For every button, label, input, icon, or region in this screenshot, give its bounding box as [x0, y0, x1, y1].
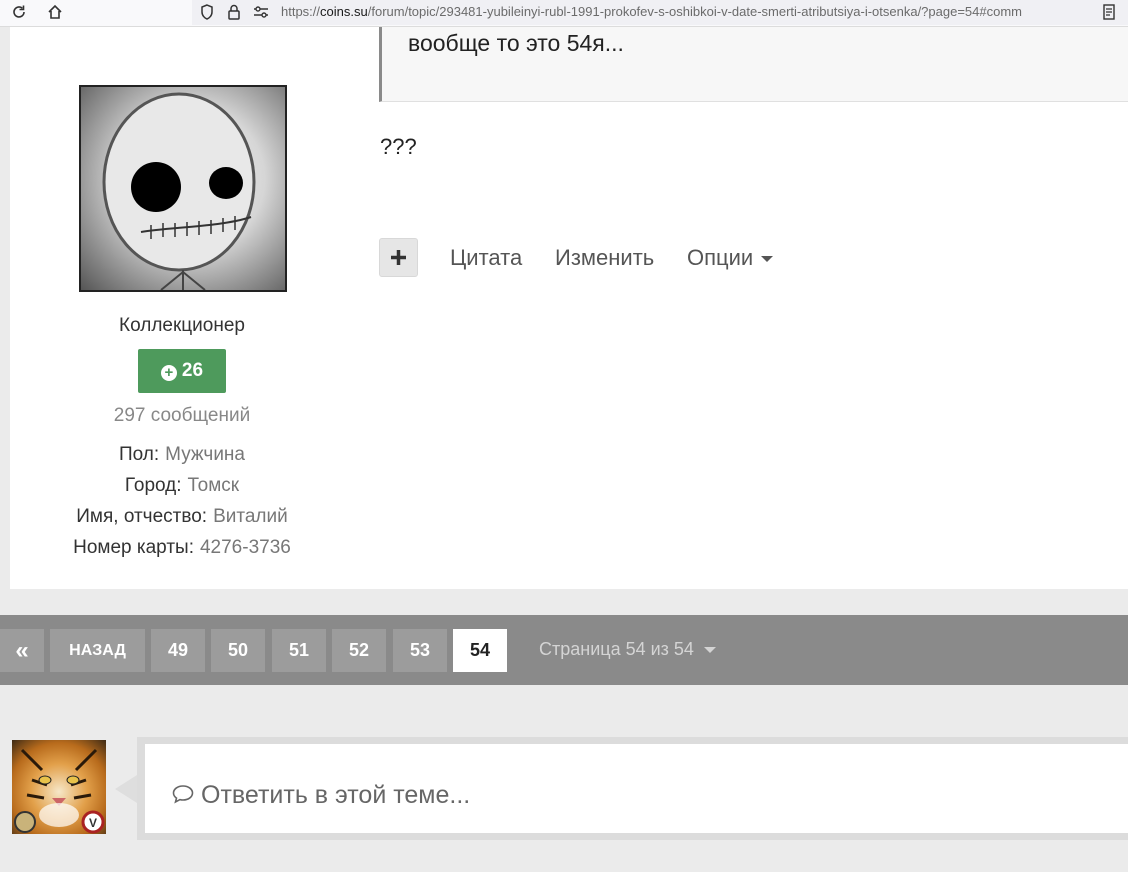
reply-editor-frame: Ответить в этой теме...	[137, 737, 1128, 840]
first-page-button[interactable]: «	[0, 629, 44, 672]
edit-link[interactable]: Изменить	[555, 245, 654, 271]
forum-post: вообще то это 54я... ??? Цитата Изменить…	[10, 27, 1128, 589]
page-jump-dropdown[interactable]: Страница 54 из 54	[539, 639, 716, 660]
profile-field-gender: Пол: Мужчина	[10, 444, 354, 466]
author-rank: Коллекционер	[119, 315, 245, 336]
quote-block: вообще то это 54я...	[379, 27, 1128, 102]
field-label: Номер карты:	[73, 537, 194, 558]
browser-toolbar: https://coins.su/forum/topic/293481-yubi…	[0, 0, 1128, 27]
reload-icon[interactable]	[9, 3, 29, 23]
reply-pointer-arrow	[115, 775, 137, 803]
page-info-label: Страница 54 из 54	[539, 639, 694, 659]
field-value: Томск	[187, 475, 240, 496]
profile-field-name: Имя, отчество: Виталий	[10, 506, 354, 528]
reply-input[interactable]: Ответить в этой теме...	[145, 744, 1128, 833]
tiger-image: V	[14, 748, 105, 834]
page-54-button-current[interactable]: 54	[453, 629, 507, 672]
page-53-button[interactable]: 53	[393, 629, 447, 672]
lock-icon[interactable]	[224, 3, 244, 23]
field-label: Имя, отчество:	[76, 506, 208, 527]
author-avatar[interactable]	[79, 85, 287, 292]
post-count: 297 сообщений	[113, 405, 251, 426]
reputation-badge[interactable]: +26	[138, 349, 226, 393]
prev-page-button[interactable]: НАЗАД	[50, 629, 145, 672]
reader-mode-icon[interactable]	[1099, 3, 1119, 23]
url-text: https://coins.su/forum/topic/293481-yubi…	[281, 4, 1023, 19]
field-value: Виталий	[213, 506, 288, 527]
quote-text: вообще то это 54я...	[408, 30, 624, 56]
permissions-icon[interactable]	[251, 3, 271, 23]
page-52-button[interactable]: 52	[332, 629, 386, 672]
page-51-button[interactable]: 51	[272, 629, 326, 672]
reply-placeholder-text: Ответить в этой теме...	[201, 781, 471, 809]
caret-down-icon	[761, 256, 774, 263]
reply-placeholder: Ответить в этой теме...	[171, 781, 470, 810]
post-body-text: ???	[380, 134, 417, 159]
pagination-bar: « НАЗАД 49 50 51 52 53 54 Страница 54 из…	[0, 615, 1128, 685]
options-dropdown[interactable]: Опции	[687, 245, 774, 271]
speech-bubble-icon	[172, 785, 194, 804]
home-icon[interactable]	[45, 3, 65, 23]
multiquote-plus-button[interactable]	[379, 238, 418, 277]
svg-text:V: V	[89, 816, 97, 830]
caret-down-icon	[703, 647, 716, 654]
page-49-button[interactable]: 49	[151, 629, 205, 672]
profile-field-city: Город: Томск	[10, 475, 354, 497]
options-label: Опции	[687, 245, 754, 270]
profile-field-card: Номер карты: 4276-3736	[10, 537, 354, 559]
page-50-button[interactable]: 50	[211, 629, 265, 672]
doll-face-image	[102, 92, 256, 290]
shield-icon[interactable]	[197, 3, 217, 23]
plus-circle-icon: +	[160, 365, 177, 381]
reputation-value: 26	[181, 360, 204, 381]
quote-link[interactable]: Цитата	[450, 245, 522, 271]
address-bar[interactable]: https://coins.su/forum/topic/293481-yubi…	[192, 0, 1128, 25]
field-value: Мужчина	[165, 444, 245, 465]
field-label: Пол:	[119, 444, 160, 465]
plus-icon	[391, 250, 406, 265]
reply-section: V Ответить в этой теме...	[0, 711, 1128, 872]
field-label: Город:	[124, 475, 182, 496]
field-value: 4276-3736	[199, 537, 291, 558]
current-user-avatar[interactable]: V	[12, 740, 106, 834]
